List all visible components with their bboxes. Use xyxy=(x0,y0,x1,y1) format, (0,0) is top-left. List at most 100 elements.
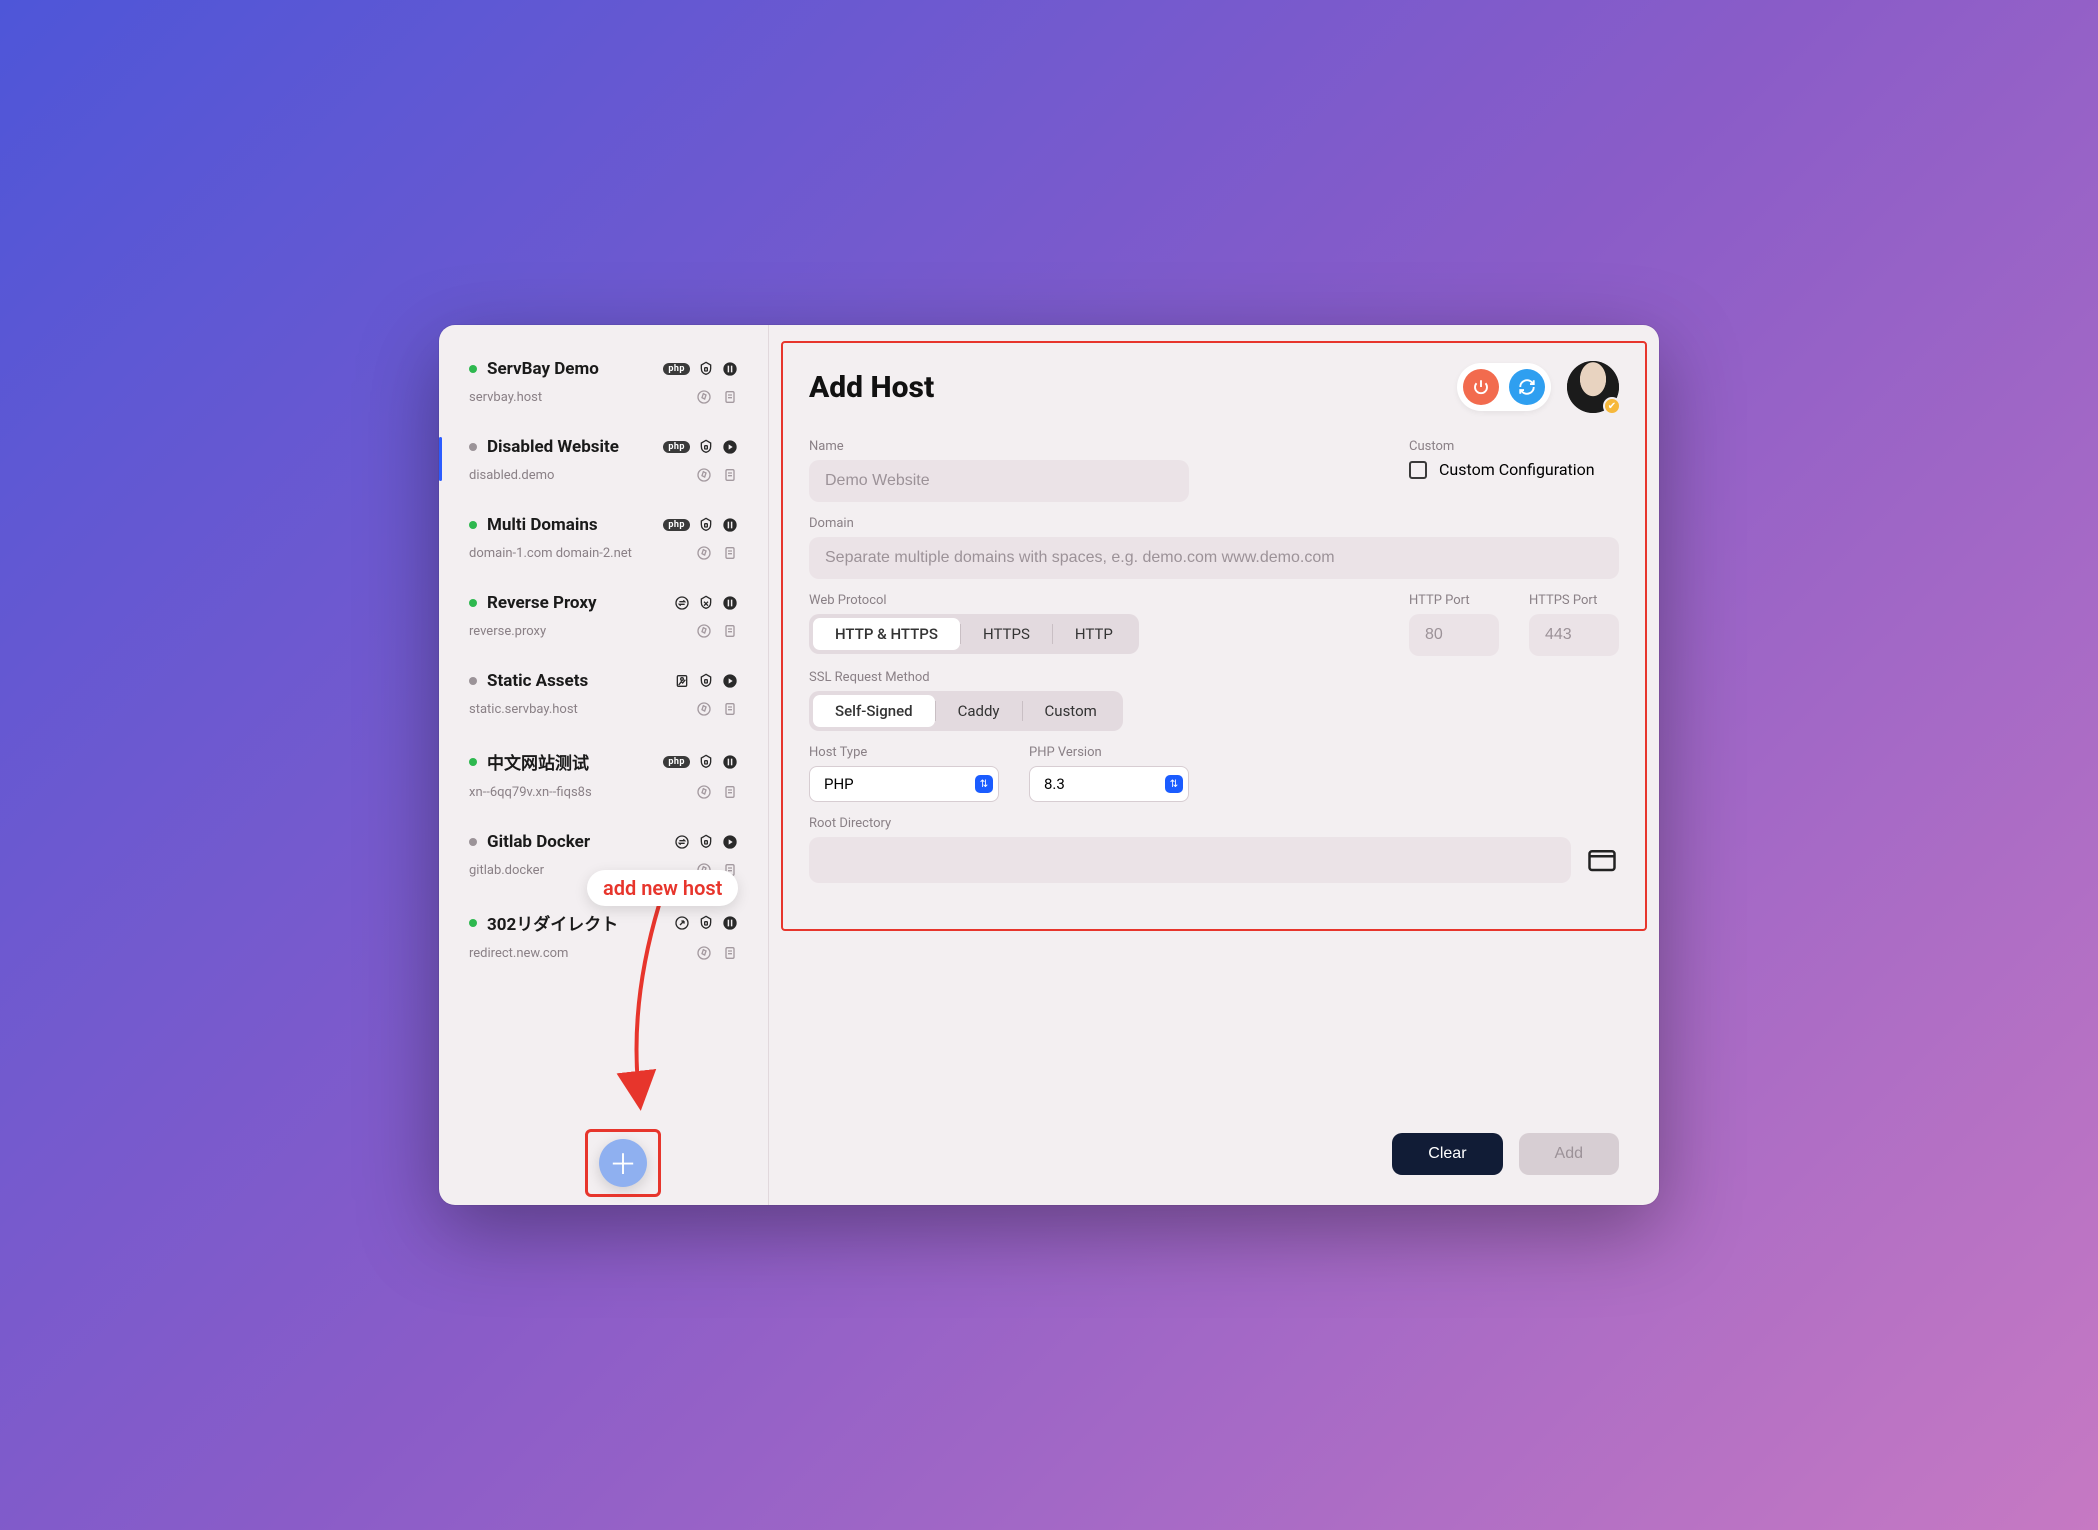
compass-icon[interactable] xyxy=(696,784,712,800)
pause-icon[interactable] xyxy=(722,754,738,770)
ssl-segmented: Self-SignedCaddyCustom xyxy=(809,691,1123,731)
add-host-fab[interactable]: ＋ xyxy=(599,1139,647,1187)
sidebar-item[interactable]: 中文网站测试 php xn--6qq79v.xn--fiqs8s xyxy=(439,743,768,826)
protocol-option[interactable]: HTTP & HTTPS xyxy=(813,618,960,650)
site-domain: redirect.new.com xyxy=(469,946,696,961)
php-badge-icon: php xyxy=(663,756,690,768)
sidebar: ServBay Demo php servbay.host Disabled W… xyxy=(439,325,769,1205)
status-dot-icon xyxy=(469,677,477,685)
note-icon[interactable] xyxy=(722,623,738,639)
custom-config-label: Custom Configuration xyxy=(1439,460,1595,479)
avatar-verified-badge: ✔ xyxy=(1603,397,1621,415)
shield-icon xyxy=(698,517,714,533)
form-row-name-custom: Name Custom Custom Configuration xyxy=(809,431,1619,502)
site-name: 中文网站测试 xyxy=(487,749,653,774)
note-icon[interactable] xyxy=(722,784,738,800)
site-name: Static Assets xyxy=(487,671,664,691)
label-host-type: Host Type xyxy=(809,745,999,760)
http-port-input[interactable] xyxy=(1409,614,1499,656)
status-dot-icon xyxy=(469,521,477,529)
sidebar-item[interactable]: ServBay Demo php servbay.host xyxy=(439,353,768,431)
chevron-updown-icon: ⇅ xyxy=(975,775,993,793)
note-icon[interactable] xyxy=(722,945,738,961)
label-name: Name xyxy=(809,439,1369,454)
site-name: Gitlab Docker xyxy=(487,832,664,852)
name-input[interactable] xyxy=(809,460,1189,502)
status-dot-icon xyxy=(469,365,477,373)
power-icon xyxy=(1472,378,1490,396)
site-domain: disabled.demo xyxy=(469,468,696,483)
site-domain: static.servbay.host xyxy=(469,702,696,717)
compass-icon[interactable] xyxy=(696,862,712,878)
app-window: ServBay Demo php servbay.host Disabled W… xyxy=(439,325,1659,1205)
ssl-option[interactable]: Caddy xyxy=(936,695,1022,727)
sidebar-item[interactable]: Gitlab Docker gitlab.docker xyxy=(439,826,768,904)
header: Add Host ✔ xyxy=(809,361,1619,413)
site-domain: domain-1.com domain-2.net xyxy=(469,546,696,561)
pause-icon[interactable] xyxy=(722,361,738,377)
play-icon[interactable] xyxy=(722,439,738,455)
shield-icon xyxy=(698,361,714,377)
label-https-port: HTTPS Port xyxy=(1529,593,1619,608)
site-domain: servbay.host xyxy=(469,390,696,405)
clear-button[interactable]: Clear xyxy=(1392,1133,1502,1175)
play-icon[interactable] xyxy=(722,834,738,850)
shield-icon xyxy=(698,754,714,770)
note-icon[interactable] xyxy=(722,389,738,405)
shield-icon xyxy=(698,595,714,611)
redirect-icon xyxy=(674,915,690,931)
site-name: 302リダイレクト xyxy=(487,910,664,935)
status-dot-icon xyxy=(469,758,477,766)
root-directory-input[interactable] xyxy=(809,837,1571,883)
pause-icon[interactable] xyxy=(722,595,738,611)
sidebar-item[interactable]: Disabled Website php disabled.demo xyxy=(439,431,768,509)
play-icon[interactable] xyxy=(722,673,738,689)
ssl-option[interactable]: Custom xyxy=(1023,695,1119,727)
shield-icon xyxy=(698,834,714,850)
protocol-option[interactable]: HTTP xyxy=(1053,618,1135,650)
note-icon[interactable] xyxy=(722,545,738,561)
https-port-input[interactable] xyxy=(1529,614,1619,656)
compass-icon[interactable] xyxy=(696,701,712,717)
sidebar-item[interactable]: Static Assets static.servbay.host xyxy=(439,665,768,743)
shield-icon xyxy=(698,673,714,689)
custom-config-checkbox[interactable] xyxy=(1409,461,1427,479)
label-ssl: SSL Request Method xyxy=(809,670,1619,685)
status-dot-icon xyxy=(469,443,477,451)
user-avatar[interactable]: ✔ xyxy=(1567,361,1619,413)
label-domain: Domain xyxy=(809,516,1619,531)
site-domain: gitlab.docker xyxy=(469,863,696,878)
compass-icon[interactable] xyxy=(696,945,712,961)
protocol-option[interactable]: HTTPS xyxy=(961,618,1052,650)
compass-icon[interactable] xyxy=(696,467,712,483)
refresh-icon xyxy=(1518,378,1536,396)
browse-folder-button[interactable] xyxy=(1585,845,1619,875)
compass-icon[interactable] xyxy=(696,389,712,405)
note-icon[interactable] xyxy=(722,467,738,483)
sidebar-item[interactable]: Reverse Proxy reverse.proxy xyxy=(439,587,768,665)
refresh-button[interactable] xyxy=(1509,369,1545,405)
domain-input[interactable] xyxy=(809,537,1619,579)
power-button[interactable] xyxy=(1463,369,1499,405)
pause-icon[interactable] xyxy=(722,517,738,533)
chevron-updown-icon: ⇅ xyxy=(1165,775,1183,793)
note-icon[interactable] xyxy=(722,701,738,717)
label-php-version: PHP Version xyxy=(1029,745,1189,760)
site-domain: xn--6qq79v.xn--fiqs8s xyxy=(469,785,696,800)
php-badge-icon: php xyxy=(663,519,690,531)
compass-icon[interactable] xyxy=(696,545,712,561)
status-dot-icon xyxy=(469,838,477,846)
compass-icon[interactable] xyxy=(696,623,712,639)
host-type-select[interactable]: PHP xyxy=(809,766,999,802)
static-icon xyxy=(674,673,690,689)
sidebar-item[interactable]: 302リダイレクト redirect.new.com xyxy=(439,904,768,987)
sidebar-item[interactable]: Multi Domains php domain-1.com domain-2.… xyxy=(439,509,768,587)
note-icon[interactable] xyxy=(722,862,738,878)
ssl-option[interactable]: Self-Signed xyxy=(813,695,935,727)
label-protocol: Web Protocol xyxy=(809,593,1379,608)
php-badge-icon: php xyxy=(663,441,690,453)
swap-icon xyxy=(674,595,690,611)
pause-icon[interactable] xyxy=(722,915,738,931)
status-dot-icon xyxy=(469,919,477,927)
add-button[interactable]: Add xyxy=(1519,1133,1619,1175)
